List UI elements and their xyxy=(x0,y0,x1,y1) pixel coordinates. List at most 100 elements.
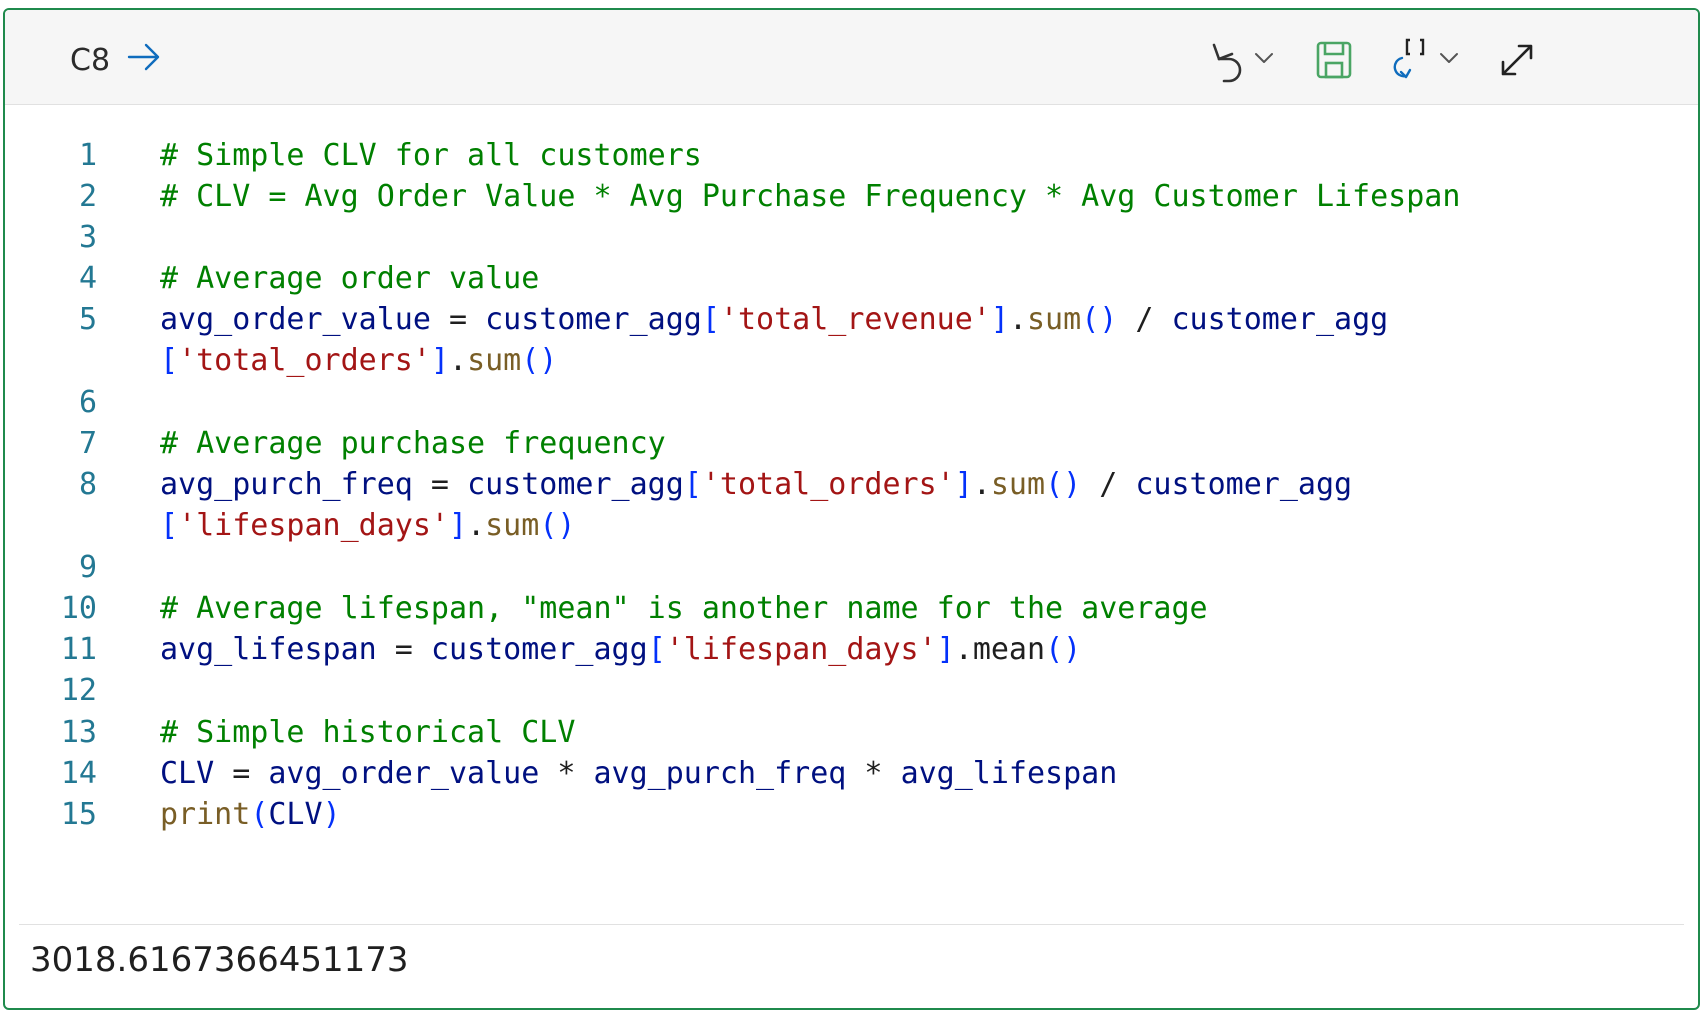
code-comment: # Average purchase frequency xyxy=(160,426,666,461)
code-operator: . xyxy=(467,508,486,543)
cell-toolbar: C8 xyxy=(5,10,1698,105)
code-line[interactable]: # CLV = Avg Order Value * Avg Purchase F… xyxy=(160,174,1460,219)
code-bracket: [ xyxy=(701,302,720,337)
line-number: 12 xyxy=(60,673,97,708)
code-function: mean xyxy=(972,632,1046,667)
variables-menu-chevron-down-icon[interactable] xyxy=(1437,48,1461,68)
line-number: 5 xyxy=(78,302,97,337)
code-variable: customer_agg xyxy=(467,467,684,502)
code-bracket: () xyxy=(1081,302,1118,337)
code-bracket: ) xyxy=(322,797,341,832)
code-variable: avg_order_value xyxy=(160,302,431,337)
code-line-wrap[interactable]: ['total_orders'].sum() xyxy=(160,338,557,383)
code-operator: . xyxy=(449,343,468,378)
code-line[interactable]: # Average lifespan, "mean" is another na… xyxy=(160,586,1208,631)
code-line[interactable]: # Average order value xyxy=(160,256,539,301)
code-line-wrap[interactable]: ['lifespan_days'].sum() xyxy=(160,503,575,548)
code-bracket: () xyxy=(521,343,558,378)
code-bracket: ] xyxy=(449,508,468,543)
code-function: sum xyxy=(467,343,522,378)
cell-id-label: C8 xyxy=(70,43,111,78)
code-editor[interactable]: 1 2 3 4 5 6 7 8 9 10 11 12 13 14 15 # Si… xyxy=(5,105,1698,923)
code-string: 'total_orders' xyxy=(701,467,955,502)
code-operator: = xyxy=(412,467,468,502)
save-icon[interactable] xyxy=(1315,40,1353,80)
code-comment: # Simple CLV for all customers xyxy=(160,138,702,173)
code-bracket: ( xyxy=(250,797,269,832)
expand-icon[interactable] xyxy=(1497,40,1537,80)
code-bracket: [ xyxy=(160,508,179,543)
code-operator: . xyxy=(972,467,991,502)
code-comment: # Simple historical CLV xyxy=(160,715,576,750)
code-variable: avg_order_value xyxy=(268,756,540,791)
code-comment: # Average order value xyxy=(160,261,540,296)
code-string: 'lifespan_days' xyxy=(178,508,449,543)
line-number: 10 xyxy=(60,591,97,626)
code-operator: / xyxy=(1081,467,1136,502)
code-line[interactable]: CLV = avg_order_value * avg_purch_freq *… xyxy=(160,751,1117,796)
code-comment: # Average lifespan, "mean" is another na… xyxy=(160,591,1208,626)
code-function: sum xyxy=(990,467,1046,502)
code-line[interactable]: # Simple historical CLV xyxy=(160,710,575,755)
cell-output: 3018.6167366451173 xyxy=(30,940,409,980)
code-function: sum xyxy=(485,508,540,543)
arrow-right-icon[interactable] xyxy=(125,38,163,76)
notebook-cell[interactable]: C8 1 2 3 4 5 6 7 8 9 10 11 12 13 14 15 #… xyxy=(3,8,1700,1010)
code-bracket: [ xyxy=(683,467,702,502)
code-bracket: [ xyxy=(647,632,666,667)
output-divider xyxy=(19,924,1684,925)
undo-icon[interactable] xyxy=(1205,37,1247,83)
code-line[interactable]: print(CLV) xyxy=(160,792,341,837)
code-string: 'total_orders' xyxy=(178,343,431,378)
line-number: 8 xyxy=(78,467,97,502)
code-variable: avg_purch_freq xyxy=(593,756,847,791)
code-comment: # CLV = Avg Order Value * Avg Purchase F… xyxy=(160,179,1461,214)
code-string: 'total_revenue' xyxy=(719,302,991,337)
code-bracket: [ xyxy=(160,343,179,378)
variables-refresh-icon[interactable] xyxy=(1390,36,1440,82)
line-number: 15 xyxy=(60,797,97,832)
code-bracket: ] xyxy=(430,343,449,378)
line-number: 13 xyxy=(60,715,97,750)
code-operator: * xyxy=(846,756,901,791)
undo-menu-chevron-down-icon[interactable] xyxy=(1252,48,1276,68)
code-line[interactable]: avg_lifespan = customer_agg['lifespan_da… xyxy=(160,627,1081,672)
code-variable: CLV xyxy=(160,756,215,791)
code-line[interactable]: # Simple CLV for all customers xyxy=(160,133,702,178)
code-variable: CLV xyxy=(268,797,323,832)
code-operator: . xyxy=(1008,302,1027,337)
code-function: sum xyxy=(1027,302,1082,337)
code-operator: . xyxy=(954,632,973,667)
code-line[interactable]: avg_order_value = customer_agg['total_re… xyxy=(160,297,1388,342)
code-variable: customer_agg xyxy=(1135,467,1353,502)
code-line[interactable]: # Average purchase frequency xyxy=(160,421,666,466)
code-bracket: () xyxy=(1045,467,1082,502)
code-bracket: ] xyxy=(936,632,955,667)
line-number: 7 xyxy=(78,426,97,461)
code-variable: avg_lifespan xyxy=(160,632,377,667)
line-number: 2 xyxy=(78,179,97,214)
line-number: 3 xyxy=(78,220,97,255)
line-number: 9 xyxy=(78,550,97,585)
code-bracket: ] xyxy=(954,467,973,502)
code-variable: customer_agg xyxy=(485,302,702,337)
code-operator: = xyxy=(430,302,486,337)
code-operator: = xyxy=(214,756,269,791)
code-operator: / xyxy=(1117,302,1172,337)
line-number: 1 xyxy=(78,138,97,173)
code-operator: = xyxy=(376,632,431,667)
line-number: 14 xyxy=(60,756,97,791)
line-number: 6 xyxy=(78,385,97,420)
line-number: 11 xyxy=(60,632,97,667)
code-function: print xyxy=(160,797,251,832)
code-bracket: ] xyxy=(990,302,1009,337)
code-bracket: () xyxy=(1045,632,1082,667)
code-string: 'lifespan_days' xyxy=(665,632,937,667)
code-operator: * xyxy=(539,756,594,791)
line-number: 4 xyxy=(78,261,97,296)
code-variable: customer_agg xyxy=(430,632,648,667)
code-variable: avg_purch_freq xyxy=(160,467,413,502)
code-variable: avg_lifespan xyxy=(900,756,1118,791)
code-line[interactable]: avg_purch_freq = customer_agg['total_ord… xyxy=(160,462,1352,507)
code-variable: customer_agg xyxy=(1171,302,1389,337)
